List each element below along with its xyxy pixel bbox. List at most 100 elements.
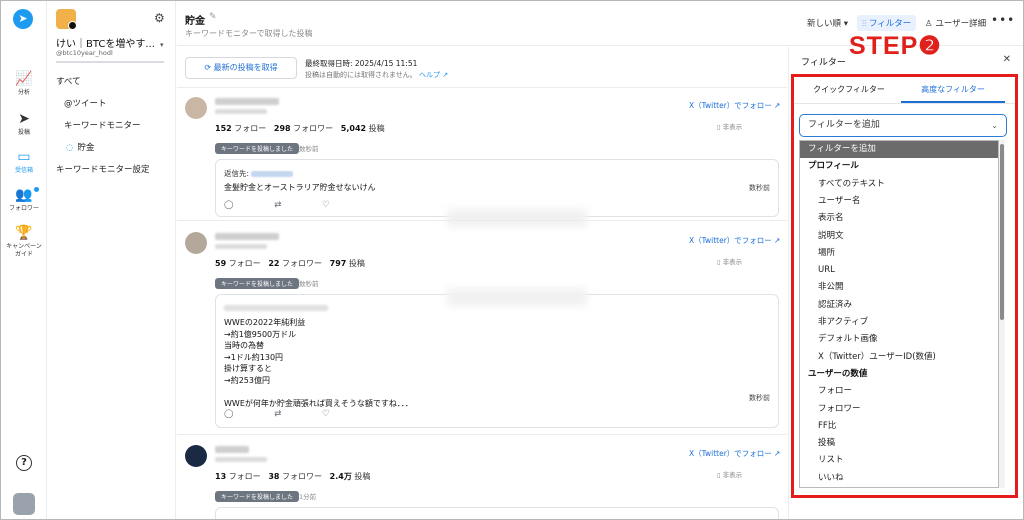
people-icon: 👥	[15, 187, 33, 203]
followers-label: フォロワー	[282, 259, 323, 268]
rail-inbox[interactable]: ▭ 受信箱	[1, 149, 47, 175]
filter-option[interactable]: FF比	[800, 418, 998, 435]
post-item: 59 フォロー 22 フォロワー 797 投稿 X（Twitter）でフォロー …	[177, 232, 787, 437]
rail-analytics[interactable]: 📈 分析	[1, 71, 47, 97]
posts-label: 投稿	[368, 124, 385, 133]
step-annotation: STEP❷	[849, 32, 942, 60]
tab-advanced-filter[interactable]: 高度なフィルター	[901, 84, 1005, 95]
nav-keyword-settings[interactable]: キーワードモニター設定	[56, 163, 150, 175]
post-author-handle	[215, 109, 267, 114]
divider	[56, 61, 164, 63]
filter-option[interactable]: URL	[800, 262, 998, 279]
rail-posts[interactable]: ➤ 投稿	[1, 111, 47, 137]
posts-label: 投稿	[354, 472, 371, 481]
filter-option[interactable]: 場所	[800, 245, 998, 262]
hide-button[interactable]: ▯ 非表示	[717, 256, 742, 266]
filter-option[interactable]: フォロワー	[800, 401, 998, 418]
post-author-name	[215, 98, 279, 105]
account-name[interactable]: けい｜BTCを増やす...	[56, 35, 155, 50]
filter-option[interactable]: デフォルト画像	[800, 331, 998, 348]
avatar[interactable]	[185, 97, 207, 119]
rail-campaign-guide[interactable]: 🏆 キャンペーンガイド	[1, 225, 47, 259]
post-time: 数秒前	[299, 145, 319, 153]
reply-prefix: 返信先:	[224, 169, 250, 178]
send-icon: ➤	[18, 111, 30, 127]
avatar[interactable]	[185, 445, 207, 467]
refresh-posts-button[interactable]: ⟳ 最新の投稿を取得	[185, 57, 297, 79]
divider	[177, 434, 787, 435]
filter-option[interactable]: すべてのテキスト	[800, 176, 998, 193]
post-author-handle	[215, 457, 267, 462]
post-card[interactable]: WWEの2022年純利益 →約1億9500万ドル 当時の為替 →1ドル約130円…	[215, 294, 779, 428]
filter-option[interactable]: 認証済み	[800, 297, 998, 314]
scroll-thumb[interactable]	[1000, 144, 1004, 320]
close-icon[interactable]: ✕	[1003, 54, 1011, 65]
post-actions[interactable]: ◯ ⇄ ♡	[224, 200, 330, 210]
help-icon[interactable]: ?	[16, 455, 32, 471]
filter-option[interactable]: フィルターを追加	[800, 141, 998, 158]
x-badge-icon	[68, 21, 77, 30]
rail-label: フォロワー	[8, 205, 39, 212]
rail-label: キャンペーンガイド	[6, 243, 42, 258]
followers-label: フォロワー	[293, 124, 334, 133]
post-actions[interactable]: ◯ ⇄ ♡	[224, 409, 330, 419]
filter-option[interactable]: 投稿	[800, 435, 998, 452]
post-text: WWEの2022年純利益 →約1億9500万ドル 当時の為替 →1ドル約130円…	[224, 318, 413, 408]
nav-savings[interactable]: ◌ 貯金	[66, 141, 94, 153]
chevron-down-icon[interactable]: ▾	[160, 41, 164, 49]
post-feed: ⟳ 最新の投稿を取得 最終取得日時: 2025/4/15 11:51 投稿は自動…	[177, 47, 787, 519]
reply-to: 返信先:	[224, 168, 294, 179]
option-group-header: ユーザーの数値	[808, 368, 868, 379]
rail-label: 分析	[17, 89, 30, 96]
reply-handle[interactable]	[251, 171, 294, 177]
follow-on-x-link[interactable]: X（Twitter）でフォロー ↗	[689, 448, 780, 459]
filter-option[interactable]: リスト	[800, 452, 998, 469]
user-detail-button[interactable]: ♙ ユーザー詳細	[925, 17, 986, 29]
post-author-name	[215, 233, 279, 240]
posts-count: 2.4万	[329, 472, 352, 481]
nav-tweet[interactable]: @ツイート	[64, 97, 107, 109]
follow-on-x-link[interactable]: X（Twitter）でフォロー ↗	[689, 235, 780, 246]
sort-dropdown[interactable]: 新しい順 ▾	[807, 17, 848, 29]
help-link[interactable]: ヘルプ ↗	[419, 71, 448, 79]
gear-icon[interactable]: ⚙	[154, 11, 165, 25]
app-logo-icon[interactable]: ➤	[13, 9, 33, 29]
post-author-stats: 13 フォロー 38 フォロワー 2.4万 投稿	[215, 471, 370, 482]
option-group-header: プロフィール	[808, 161, 859, 172]
icon-rail: ➤ 📈 分析 ➤ 投稿 ▭ 受信箱 👥 フォロワー 🏆 キャンペーンガイド ?	[1, 1, 47, 519]
post-author-name	[215, 446, 249, 453]
post-item: 13 フォロー 38 フォロワー 2.4万 投稿 X（Twitter）でフォロー…	[177, 445, 787, 519]
chart-line-icon: 📈	[15, 71, 33, 87]
rail-followers[interactable]: 👥 フォロワー	[1, 187, 47, 213]
hide-button[interactable]: ▯ 非表示	[717, 121, 742, 131]
blurred-region	[447, 209, 587, 227]
avatar[interactable]	[185, 232, 207, 254]
post-card[interactable]	[215, 507, 779, 519]
add-filter-select[interactable]: フィルターを追加 ⌄	[799, 114, 1007, 137]
filter-button[interactable]: ⫶⫶ フィルター	[857, 15, 917, 31]
nav-keyword-monitor[interactable]: キーワードモニター	[64, 119, 141, 131]
bottom-app-icon[interactable]	[13, 493, 35, 515]
filter-option[interactable]: フォロー	[800, 383, 998, 400]
status-badge: キーワードを投稿しました	[215, 491, 300, 502]
more-icon[interactable]: •••	[991, 13, 1015, 27]
filter-option[interactable]: 非アクティブ	[800, 314, 998, 331]
account-handle: @btc10year_hodl	[56, 49, 113, 57]
filter-option[interactable]: いいね	[800, 470, 998, 487]
filter-option[interactable]: X（Twitter）ユーザーID(数値)	[800, 349, 998, 366]
filter-option[interactable]: ユーザー名	[800, 193, 998, 210]
following-label: フォロー	[228, 259, 261, 268]
post-time: 数秒前	[299, 280, 319, 288]
filter-option[interactable]: 表示名	[800, 210, 998, 227]
filter-option[interactable]: 説明文	[800, 228, 998, 245]
scrollbar[interactable]	[999, 140, 1005, 488]
nav-all[interactable]: すべて	[56, 75, 81, 87]
hide-button[interactable]: ▯ 非表示	[717, 469, 742, 479]
tab-quick-filter[interactable]: クイックフィルター	[797, 84, 901, 95]
rail-label: 投稿	[17, 129, 30, 136]
page-title: 貯金	[185, 16, 205, 27]
edit-icon[interactable]: ✎	[209, 12, 217, 22]
post-text: 金髪貯金とオーストラリア貯金せないけん	[224, 183, 376, 192]
filter-option[interactable]: 非公開	[800, 279, 998, 296]
follow-on-x-link[interactable]: X（Twitter）でフォロー ↗	[689, 100, 780, 111]
